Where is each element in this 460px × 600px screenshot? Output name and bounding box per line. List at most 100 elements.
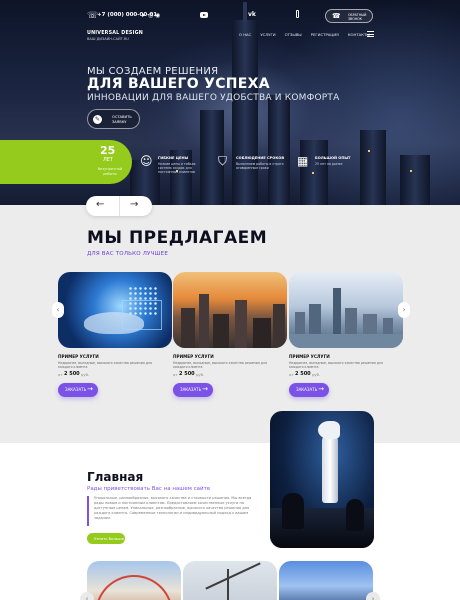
leave-request-label: ОСТАВИТЬ ЗАЯВКУ bbox=[112, 115, 132, 124]
nav-registration[interactable]: РЕГИСТРАЦИЯ bbox=[311, 32, 339, 37]
shield-icon: ⛉ bbox=[218, 154, 228, 168]
building bbox=[363, 314, 377, 334]
card-description: Недорогие, выгодные, высокого качества р… bbox=[58, 361, 152, 369]
telegram-icon[interactable]: ➤ bbox=[141, 12, 146, 19]
service-image-harbour[interactable] bbox=[289, 272, 403, 348]
nav-about[interactable]: О НАС bbox=[239, 32, 251, 37]
card-description: Недорогие, выгодные, высокого качества р… bbox=[173, 361, 267, 369]
building bbox=[345, 308, 357, 334]
building bbox=[300, 140, 328, 205]
offers-title: МЫ ПРЕДЛАГАЕМ bbox=[87, 228, 268, 248]
years-label: ЛЕТ bbox=[103, 157, 113, 163]
price-currency: руб. bbox=[196, 372, 205, 377]
leave-request-button[interactable]: ✎ ОСТАВИТЬ ЗАЯВКУ bbox=[87, 109, 140, 129]
prev-arrow-icon[interactable]: ← bbox=[96, 199, 104, 210]
next-arrow-icon[interactable]: → bbox=[130, 199, 138, 210]
building bbox=[360, 130, 386, 205]
building bbox=[295, 312, 305, 334]
building bbox=[253, 318, 271, 348]
learn-more-button[interactable]: Узнать больше bbox=[87, 533, 125, 544]
nav-services[interactable]: УСЛУГИ bbox=[260, 32, 275, 37]
card-title: ПРИМЕР УСЛУГИ bbox=[289, 354, 330, 359]
crane-mast bbox=[227, 569, 229, 600]
whatsapp-icon[interactable]: ◎ bbox=[148, 12, 153, 19]
pen-icon: ✎ bbox=[93, 115, 102, 124]
price-prefix: от bbox=[289, 372, 294, 377]
building bbox=[383, 318, 393, 334]
experience-badge: 25 ЛЕТ безупречной работы bbox=[0, 140, 132, 184]
card-title: ПРИМЕР УСЛУГИ bbox=[173, 354, 214, 359]
hero-carousel-nav: ← → bbox=[86, 196, 152, 216]
price-prefix: от bbox=[173, 372, 178, 377]
price-currency: руб. bbox=[81, 372, 90, 377]
card-price: 2 500 bbox=[179, 371, 195, 377]
data-dots bbox=[128, 286, 158, 316]
logo-name: UNIVERSAL DESIGN bbox=[87, 31, 143, 36]
hero-section: ☏ +7 (000) 000-00-01 ➤ ◎ ◉ vk ☎ ОБРАТНЫЙ… bbox=[0, 0, 460, 205]
order-button-label: ЗАКАЗАТЬ bbox=[296, 387, 318, 392]
building bbox=[213, 314, 229, 348]
learn-more-label: Узнать больше bbox=[94, 536, 124, 541]
about-lead: Рады приветствовать Вас на нашем сайте bbox=[87, 486, 211, 492]
building bbox=[400, 155, 430, 205]
price-prefix: от bbox=[58, 372, 63, 377]
top-bar: ☏ +7 (000) 000-00-01 ➤ ◎ ◉ vk ☎ ОБРАТНЫЙ… bbox=[0, 9, 460, 25]
slider-next-icon[interactable]: › bbox=[398, 302, 410, 318]
feature-title: ГИБКИЕ ЦЕНЫ bbox=[158, 156, 189, 160]
building bbox=[273, 304, 285, 348]
building bbox=[181, 308, 195, 348]
gallery-next-icon[interactable]: › bbox=[366, 592, 380, 600]
arrow-right-icon: → bbox=[87, 385, 93, 393]
chart-icon: ▦ bbox=[297, 154, 309, 168]
chess-image bbox=[270, 411, 374, 548]
card-price: 2 500 bbox=[64, 371, 80, 377]
quote-bar bbox=[87, 496, 89, 526]
service-image-tech[interactable] bbox=[58, 272, 172, 348]
order-button[interactable]: ЗАКАЗАТЬ → bbox=[58, 383, 98, 397]
gallery-tile-city[interactable] bbox=[279, 561, 373, 600]
feature-description: Низкие цены и гибкая система скидок для … bbox=[158, 162, 196, 174]
logo-site: ВАШ ДИЗАЙН-САЙТ.RU bbox=[87, 37, 129, 41]
youtube-icon[interactable] bbox=[200, 12, 208, 18]
building bbox=[235, 300, 247, 348]
feature-title: БОЛЬШОЙ ОПЫТ bbox=[315, 156, 351, 160]
about-text: Уникальные, разнообразные, высокого каче… bbox=[94, 496, 252, 520]
headset-icon: ☎ bbox=[332, 12, 341, 20]
viber-icon[interactable]: ◉ bbox=[155, 12, 160, 19]
vk-icon[interactable]: vk bbox=[248, 11, 256, 18]
gallery-tile-crane[interactable] bbox=[183, 561, 277, 600]
window-light bbox=[368, 150, 370, 152]
dark-pawn bbox=[346, 499, 364, 531]
order-button[interactable]: ЗАКАЗАТЬ → bbox=[289, 383, 329, 397]
gallery-tile-bridge[interactable] bbox=[87, 561, 181, 600]
building bbox=[309, 304, 321, 334]
logo[interactable]: UNIVERSAL DESIGN ВАШ ДИЗАЙН-САЙТ.RU bbox=[87, 31, 143, 41]
card-title: ПРИМЕР УСЛУГИ bbox=[58, 354, 99, 359]
card-description: Недорогие, выгодные, высокого качества р… bbox=[289, 361, 383, 369]
card-price: 2 500 bbox=[295, 371, 311, 377]
nav-reviews[interactable]: ОТЗЫВЫ bbox=[285, 32, 302, 37]
building bbox=[333, 288, 341, 334]
hero-subtitle: ИННОВАЦИИ ДЛЯ ВАШЕГО УДОБСТВА И КОМФОРТА bbox=[87, 93, 340, 103]
knight-head bbox=[318, 421, 340, 439]
building bbox=[199, 294, 209, 348]
order-button-label: ЗАКАЗАТЬ bbox=[180, 387, 202, 392]
water bbox=[289, 334, 403, 348]
order-button[interactable]: ЗАКАЗАТЬ → bbox=[173, 383, 213, 397]
skyscraper bbox=[232, 2, 258, 205]
dark-pawn bbox=[282, 493, 304, 529]
window-light bbox=[312, 172, 314, 174]
feature-description: 25 лет на рынке bbox=[315, 162, 343, 166]
building bbox=[268, 95, 290, 205]
slider-prev-icon[interactable]: ‹ bbox=[52, 302, 64, 318]
menu-icon[interactable] bbox=[367, 31, 374, 37]
about-title: Главная bbox=[87, 470, 144, 484]
gallery-prev-icon[interactable]: ‹ bbox=[80, 592, 94, 600]
mobile-icon[interactable] bbox=[296, 10, 299, 18]
service-image-city-sunset[interactable] bbox=[173, 272, 287, 348]
feature-description: Выполняем работы в строго оговоренные ср… bbox=[236, 162, 284, 170]
crane-boom bbox=[205, 562, 261, 590]
callback-label: ОБРАТНЫЙ ЗВОНОК bbox=[348, 13, 367, 21]
main-nav: О НАС УСЛУГИ ОТЗЫВЫ РЕГИСТРАЦИЯ КОНТАКТЫ bbox=[239, 32, 370, 37]
callback-button[interactable]: ☎ ОБРАТНЫЙ ЗВОНОК bbox=[325, 9, 373, 23]
